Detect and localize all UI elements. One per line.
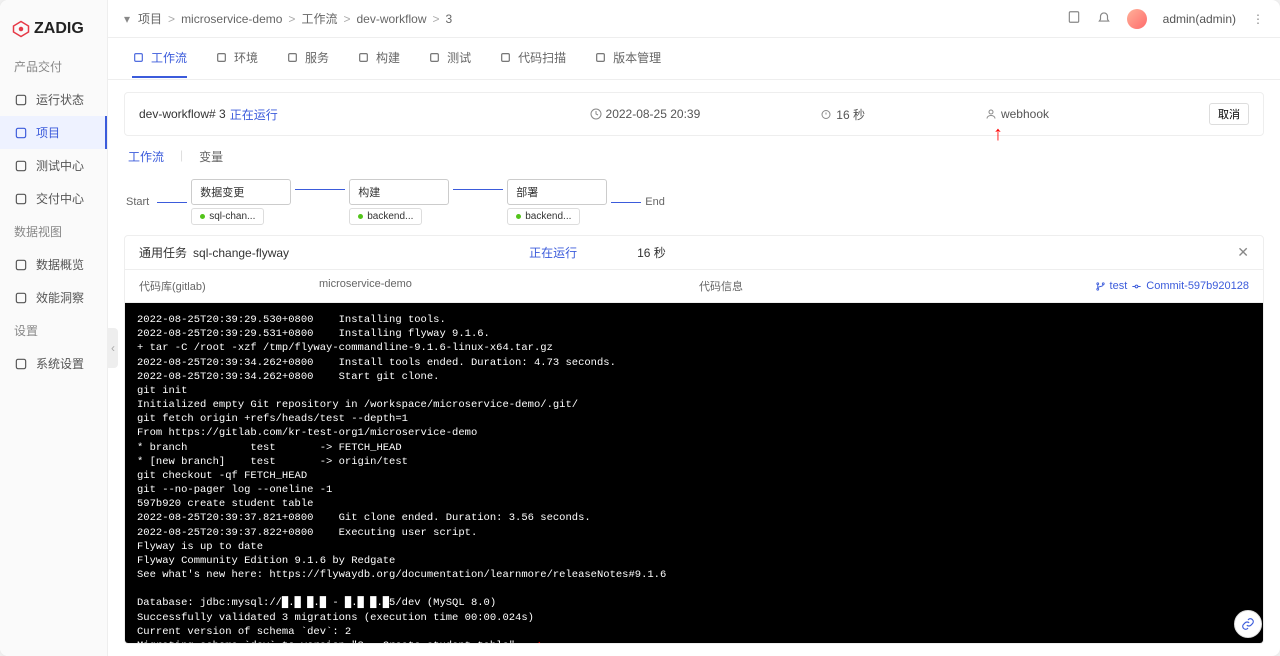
nav-item-测试中心[interactable]: 测试中心 [0,149,107,182]
stage-job[interactable]: backend... [349,208,422,225]
task-name: sql-change-flyway [193,246,289,260]
stage-title[interactable]: 构建 [349,179,449,205]
status-icon [14,93,28,107]
avatar[interactable] [1127,9,1147,29]
code-repo-label: 代码库(gitlab) [139,278,319,294]
sidebar: ZADIG 产品交付运行状态项目测试中心交付中心数据视图数据概览效能洞察设置系统… [0,0,108,656]
nav-section-title: 设置 [0,314,107,347]
user-name[interactable]: admin(admin) [1163,12,1236,26]
pipeline: Start 数据变更 sql-chan... 构建 backend... 部署 backe… [124,173,1264,235]
detail-tabs: 工作流|变量 [124,144,1264,173]
stage-job[interactable]: backend... [507,208,580,225]
more-icon[interactable]: ⋮ [1252,12,1264,26]
test-icon [14,159,28,173]
run-duration: 16 秒 [820,106,865,123]
project-icon [14,126,28,140]
pipeline-end: End [645,196,665,208]
link-icon [1241,617,1255,631]
sidebar-collapse-handle[interactable]: ‹ [108,328,118,368]
detail-tab-0[interactable]: 工作流 [128,148,164,165]
book-icon[interactable] [1067,10,1081,27]
insight-icon [14,291,28,305]
breadcrumb: 项目>microservice-demo>工作流>dev-workflow>3 [138,10,452,27]
logo[interactable]: ZADIG [0,8,107,50]
terminal-output[interactable]: 2022-08-25T20:39:29.530+0800 Installing … [125,303,1263,643]
commit-icon [1131,281,1142,292]
pipeline-stage: 数据变更 sql-chan... [191,179,291,225]
user-icon [985,108,997,120]
build-icon [357,51,370,64]
workflow-icon [132,51,145,64]
tab-scan[interactable]: 代码扫描 [499,49,566,78]
subnav: 工作流环境服务构建测试代码扫描版本管理 [108,38,1280,80]
nav-item-系统设置[interactable]: 系统设置 [0,347,107,380]
breadcrumb-item[interactable]: 工作流 [301,12,337,26]
pipeline-stage: 部署 backend... [507,179,607,225]
nav-item-数据概览[interactable]: 数据概览 [0,248,107,281]
code-repo: microservice-demo [319,278,699,294]
code-info-label: 代码信息 [699,278,879,294]
task-duration: 16 秒 [637,244,666,261]
close-icon[interactable]: ✕ [1237,244,1249,261]
run-status: 正在运行 [230,106,278,123]
pipeline-start: Start [126,196,149,208]
nav-section-title: 产品交付 [0,50,107,83]
branch-icon [1095,281,1106,292]
bell-icon[interactable] [1097,10,1111,27]
task-type-label: 通用任务 [139,244,187,261]
task-panel: 通用任务 sql-change-flyway 正在运行 16 秒 ✕ 代码库(g… [124,235,1264,644]
stage-title[interactable]: 数据变更 [191,179,291,205]
status-dot-icon [200,214,205,219]
nav-item-项目[interactable]: 项目 [0,116,107,149]
annotation-arrow-icon: ↑ [993,123,1003,146]
scan-icon [499,51,512,64]
env-icon [215,51,228,64]
logo-icon [12,20,30,38]
delivery-icon [14,192,28,206]
timer-icon [820,108,832,120]
tab-service[interactable]: 服务 [286,49,329,78]
tab-workflow[interactable]: 工作流 [132,49,187,78]
run-time: 2022-08-25 20:39 [590,107,701,121]
nav-item-交付中心[interactable]: 交付中心 [0,182,107,215]
nav-item-运行状态[interactable]: 运行状态 [0,83,107,116]
tab-test[interactable]: 测试 [428,49,471,78]
run-title: dev-workflow# 3 [139,107,226,121]
status-dot-icon [516,214,521,219]
nav-item-效能洞察[interactable]: 效能洞察 [0,281,107,314]
version-icon [594,51,607,64]
tab-version[interactable]: 版本管理 [594,49,661,78]
status-dot-icon [358,214,363,219]
dropdown-icon[interactable]: ▾ [124,12,130,26]
run-trigger: webhook ↑ [985,107,1049,121]
overview-icon [14,258,28,272]
code-info-link[interactable]: test Commit-597b920128 [1095,278,1249,294]
breadcrumb-item[interactable]: microservice-demo [181,12,282,26]
breadcrumb-item[interactable]: 项目 [138,12,162,26]
nav-section-title: 数据视图 [0,215,107,248]
topbar: ▾ 项目>microservice-demo>工作流>dev-workflow>… [108,0,1280,38]
logo-text: ZADIG [34,20,84,38]
run-header: dev-workflow# 3 正在运行 2022-08-25 20:39 16… [124,92,1264,136]
stage-title[interactable]: 部署 [507,179,607,205]
test-icon [428,51,441,64]
help-float-button[interactable] [1234,610,1262,638]
breadcrumb-item[interactable]: dev-workflow [356,12,426,26]
tab-env[interactable]: 环境 [215,49,258,78]
detail-tab-1[interactable]: 变量 [199,148,223,165]
pipeline-stage: 构建 backend... [349,179,449,225]
tab-build[interactable]: 构建 [357,49,400,78]
breadcrumb-item[interactable]: 3 [446,12,453,26]
service-icon [286,51,299,64]
settings-icon [14,357,28,371]
cancel-button[interactable]: 取消 [1209,103,1249,125]
task-status: 正在运行 [529,244,577,261]
stage-job[interactable]: sql-chan... [191,208,264,225]
clock-icon [590,108,602,120]
